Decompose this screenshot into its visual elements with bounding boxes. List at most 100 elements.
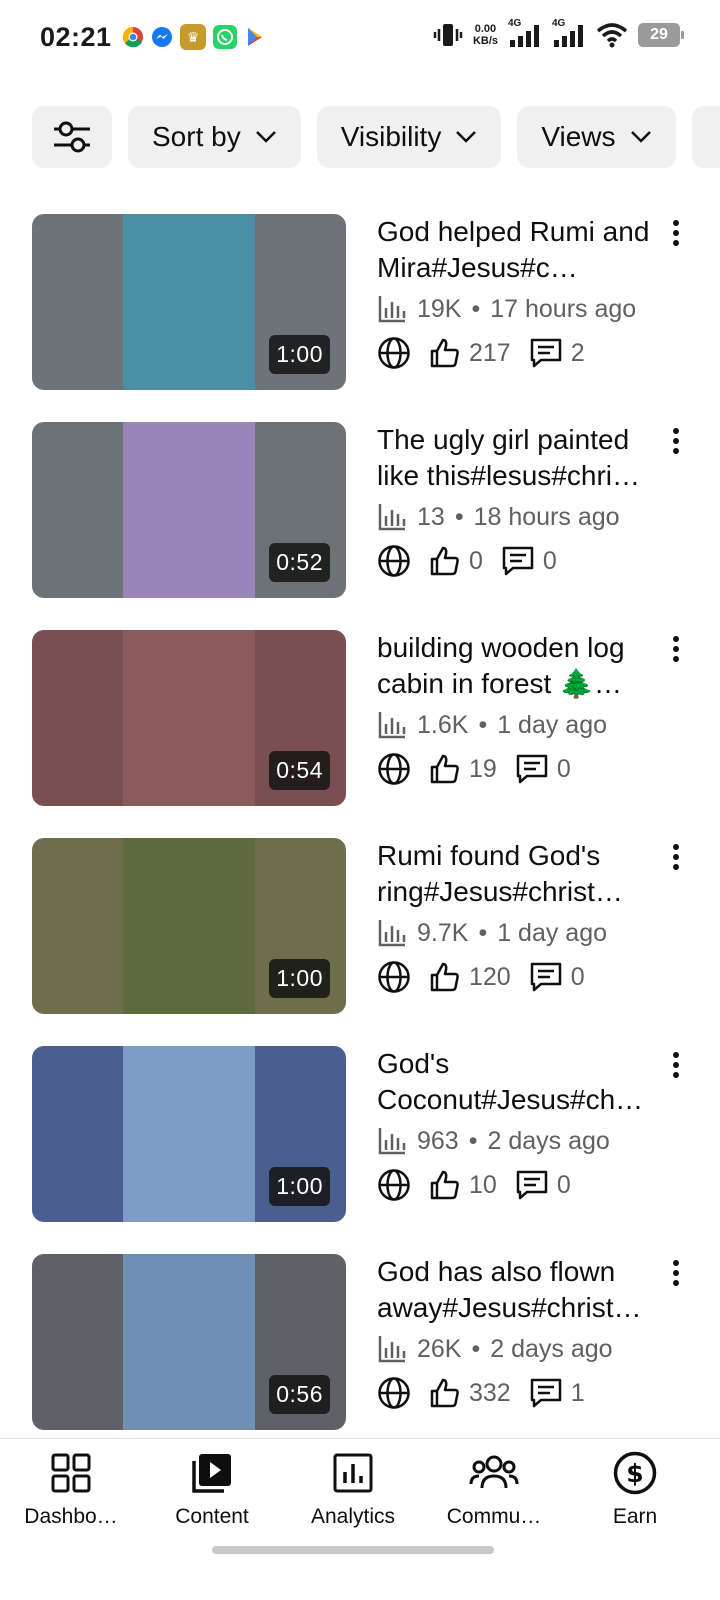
video-thumbnail[interactable]: 0:56 bbox=[32, 1254, 346, 1430]
nav-earn[interactable]: $ Earn bbox=[570, 1449, 700, 1529]
video-stats: 13 • 18 hours ago bbox=[377, 502, 620, 532]
video-row[interactable]: 0:52 The ugly girl painted like this#les… bbox=[0, 422, 720, 630]
video-thumbnail[interactable]: 1:00 bbox=[32, 838, 346, 1014]
more-options-button[interactable] bbox=[666, 842, 686, 872]
upload-age: 2 days ago bbox=[487, 1126, 610, 1155]
separator-dot: • bbox=[454, 502, 464, 531]
chrome-icon bbox=[123, 27, 143, 48]
signal-1: 4G bbox=[508, 18, 542, 48]
views-chip[interactable]: Views bbox=[517, 106, 676, 168]
signal-icon bbox=[554, 25, 583, 47]
like-count: 332 bbox=[469, 1378, 511, 1407]
nav-analytics[interactable]: Analytics bbox=[288, 1449, 418, 1529]
chevron-down-icon bbox=[255, 131, 276, 143]
play-store-icon bbox=[248, 28, 262, 46]
video-row[interactable]: 1:00 Rumi found God's ring#Jesus#christ…… bbox=[0, 838, 720, 1046]
sort-by-chip[interactable]: Sort by bbox=[128, 106, 301, 168]
comment-count: 0 bbox=[556, 754, 571, 783]
comment-count: 0 bbox=[570, 962, 585, 991]
thumbs-up-icon bbox=[430, 754, 459, 784]
video-stats: 9.7K • 1 day ago bbox=[377, 918, 607, 948]
globe-icon bbox=[378, 1377, 410, 1409]
globe-icon bbox=[378, 1169, 410, 1201]
video-stats: 963 • 2 days ago bbox=[377, 1126, 610, 1156]
thumbs-up-icon bbox=[430, 1170, 459, 1200]
chevron-down-icon bbox=[456, 131, 477, 143]
video-thumbnail[interactable]: 0:54 bbox=[32, 630, 346, 806]
thumbnail-image bbox=[123, 1254, 255, 1430]
video-duration: 1:00 bbox=[269, 1167, 330, 1206]
more-options-button[interactable] bbox=[666, 634, 686, 664]
nav-dashboard-label: Dashbo… bbox=[24, 1505, 118, 1528]
like-count: 10 bbox=[469, 1170, 497, 1199]
analytics-bar-icon bbox=[378, 712, 406, 739]
video-stats: 19K • 17 hours ago bbox=[377, 294, 636, 324]
views-label: Views bbox=[541, 121, 616, 152]
thumbnail-image bbox=[123, 422, 255, 598]
thumbs-up-icon bbox=[430, 962, 459, 992]
upload-age: 1 day ago bbox=[497, 710, 608, 739]
video-thumbnail[interactable]: 1:00 bbox=[32, 214, 346, 390]
analytics-bar-icon bbox=[378, 504, 406, 531]
comment-count: 0 bbox=[542, 546, 557, 575]
nav-analytics-label: Analytics bbox=[310, 1505, 396, 1528]
view-count: 13 bbox=[417, 502, 445, 531]
video-title[interactable]: God's Coconut#Jesus#ch… bbox=[377, 1046, 662, 1118]
like-count: 0 bbox=[469, 546, 483, 575]
separator-dot: • bbox=[468, 1126, 478, 1155]
more-filters-chip[interactable] bbox=[691, 106, 720, 168]
thumbs-up-icon bbox=[430, 338, 459, 368]
video-row[interactable]: 0:54 building wooden log cabin in forest… bbox=[0, 630, 720, 838]
view-count: 9.7K bbox=[417, 918, 469, 947]
more-options-button[interactable] bbox=[666, 1258, 686, 1288]
thumbnail-image bbox=[123, 838, 255, 1014]
video-thumbnail[interactable]: 1:00 bbox=[32, 1046, 346, 1222]
video-duration: 0:54 bbox=[269, 751, 330, 790]
video-duration: 0:56 bbox=[269, 1375, 330, 1414]
community-icon bbox=[469, 1455, 519, 1489]
svg-text:$: $ bbox=[626, 1459, 643, 1488]
video-engagement: 19 0 bbox=[377, 752, 589, 786]
sort-by-label: Sort by bbox=[152, 121, 241, 152]
upload-age: 2 days ago bbox=[490, 1334, 613, 1363]
signal-icon bbox=[510, 25, 539, 47]
video-title[interactable]: Rumi found God's ring#Jesus#christ… bbox=[377, 838, 662, 910]
thumbnail-image bbox=[123, 1046, 255, 1222]
video-thumbnail[interactable]: 0:52 bbox=[32, 422, 346, 598]
analytics-bar-icon bbox=[378, 1336, 406, 1363]
signal-2: 4G bbox=[552, 18, 586, 48]
more-options-button[interactable] bbox=[666, 218, 686, 248]
video-title[interactable]: God helped Rumi and Mira#Jesus#c… bbox=[377, 214, 662, 286]
video-duration: 1:00 bbox=[269, 335, 330, 374]
earn-icon: $ bbox=[613, 1451, 657, 1495]
visibility-chip[interactable]: Visibility bbox=[316, 106, 502, 168]
globe-icon bbox=[378, 753, 410, 785]
nav-earn-label: Earn bbox=[612, 1505, 658, 1528]
video-row[interactable]: 1:00 God's Coconut#Jesus#ch… 963 • 2 day… bbox=[0, 1046, 720, 1254]
upload-age: 17 hours ago bbox=[490, 294, 637, 323]
video-title[interactable]: God has also flown away#Jesus#christ… bbox=[377, 1254, 662, 1326]
filter-settings-button[interactable] bbox=[32, 106, 112, 168]
more-options-button[interactable] bbox=[666, 426, 686, 456]
video-row[interactable]: 0:56 God has also flown away#Jesus#chris… bbox=[0, 1254, 720, 1462]
comment-icon bbox=[530, 962, 561, 992]
status-time: 02:21 bbox=[40, 22, 112, 52]
nav-content-label: Content bbox=[175, 1505, 249, 1528]
video-row[interactable]: 1:00 God helped Rumi and Mira#Jesus#c… 1… bbox=[0, 214, 720, 422]
comment-icon bbox=[502, 546, 534, 576]
nav-community[interactable]: Commu… bbox=[429, 1449, 559, 1529]
nav-content[interactable]: Content bbox=[147, 1449, 277, 1529]
sliders-icon bbox=[54, 121, 90, 153]
video-title[interactable]: The ugly girl painted like this#lesus#ch… bbox=[377, 422, 662, 494]
nav-dashboard[interactable]: Dashbo… bbox=[6, 1449, 136, 1529]
game-app-icon: ♛ bbox=[180, 24, 206, 50]
more-options-button[interactable] bbox=[666, 1050, 686, 1080]
video-title[interactable]: building wooden log cabin in forest 🌲… bbox=[377, 630, 662, 702]
separator-dot: • bbox=[471, 1334, 481, 1363]
video-engagement: 332 1 bbox=[377, 1376, 603, 1410]
whatsapp-icon bbox=[213, 25, 237, 49]
battery-indicator: 29 bbox=[638, 23, 684, 47]
upload-age: 1 day ago bbox=[497, 918, 608, 947]
globe-icon bbox=[378, 961, 410, 993]
thumbs-up-icon bbox=[430, 1378, 459, 1408]
